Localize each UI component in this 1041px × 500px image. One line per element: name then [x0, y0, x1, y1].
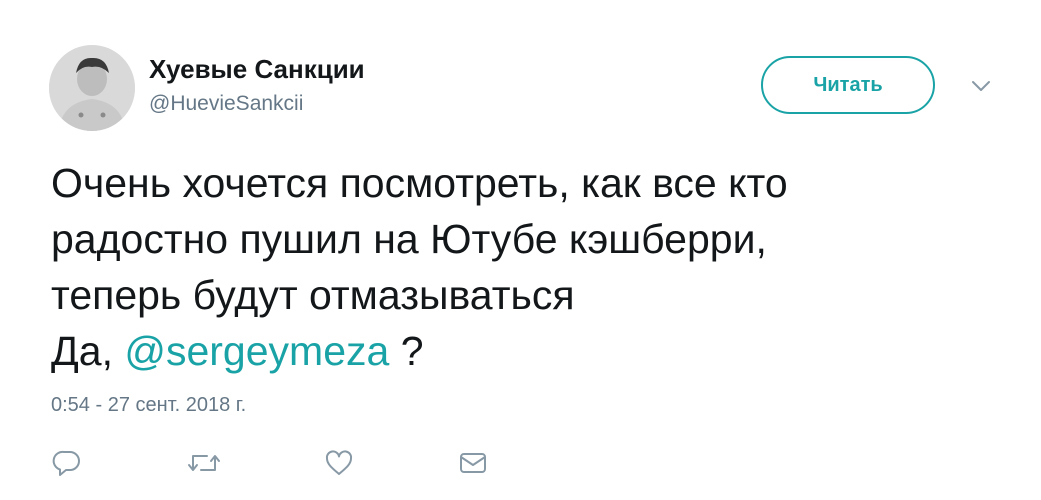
tweet-text-prefix: Да, — [51, 328, 125, 374]
display-name[interactable]: Хуевые Санкции — [149, 54, 365, 85]
envelope-icon[interactable] — [458, 449, 488, 477]
tweet-text-suffix: ? — [389, 328, 424, 374]
chevron-down-icon[interactable] — [970, 79, 992, 93]
tweet-text-line-last: Да, @sergeymeza ? — [51, 323, 1011, 379]
tweet-text-line: теперь будут отмазываться — [51, 272, 575, 318]
follow-button[interactable]: Читать — [761, 56, 935, 114]
user-handle[interactable]: @HuevieSankcii — [149, 92, 303, 116]
mention-link[interactable]: @sergeymeza — [124, 328, 389, 374]
avatar-image — [49, 45, 135, 131]
tweet-text-line: радостно пушил на Ютубе кэшберри, — [51, 216, 767, 262]
tweet-card: Хуевые Санкции @HuevieSankcii Читать Оче… — [0, 0, 1041, 500]
heart-icon[interactable] — [324, 449, 354, 477]
tweet-text: Очень хочется посмотреть, как все кто ра… — [51, 155, 1011, 379]
retweet-icon[interactable] — [186, 449, 222, 477]
avatar[interactable] — [49, 45, 135, 131]
tweet-timestamp[interactable]: 0:54 - 27 сент. 2018 г. — [51, 394, 246, 417]
reply-icon[interactable] — [52, 449, 82, 477]
tweet-text-line: Очень хочется посмотреть, как все кто — [51, 160, 788, 206]
